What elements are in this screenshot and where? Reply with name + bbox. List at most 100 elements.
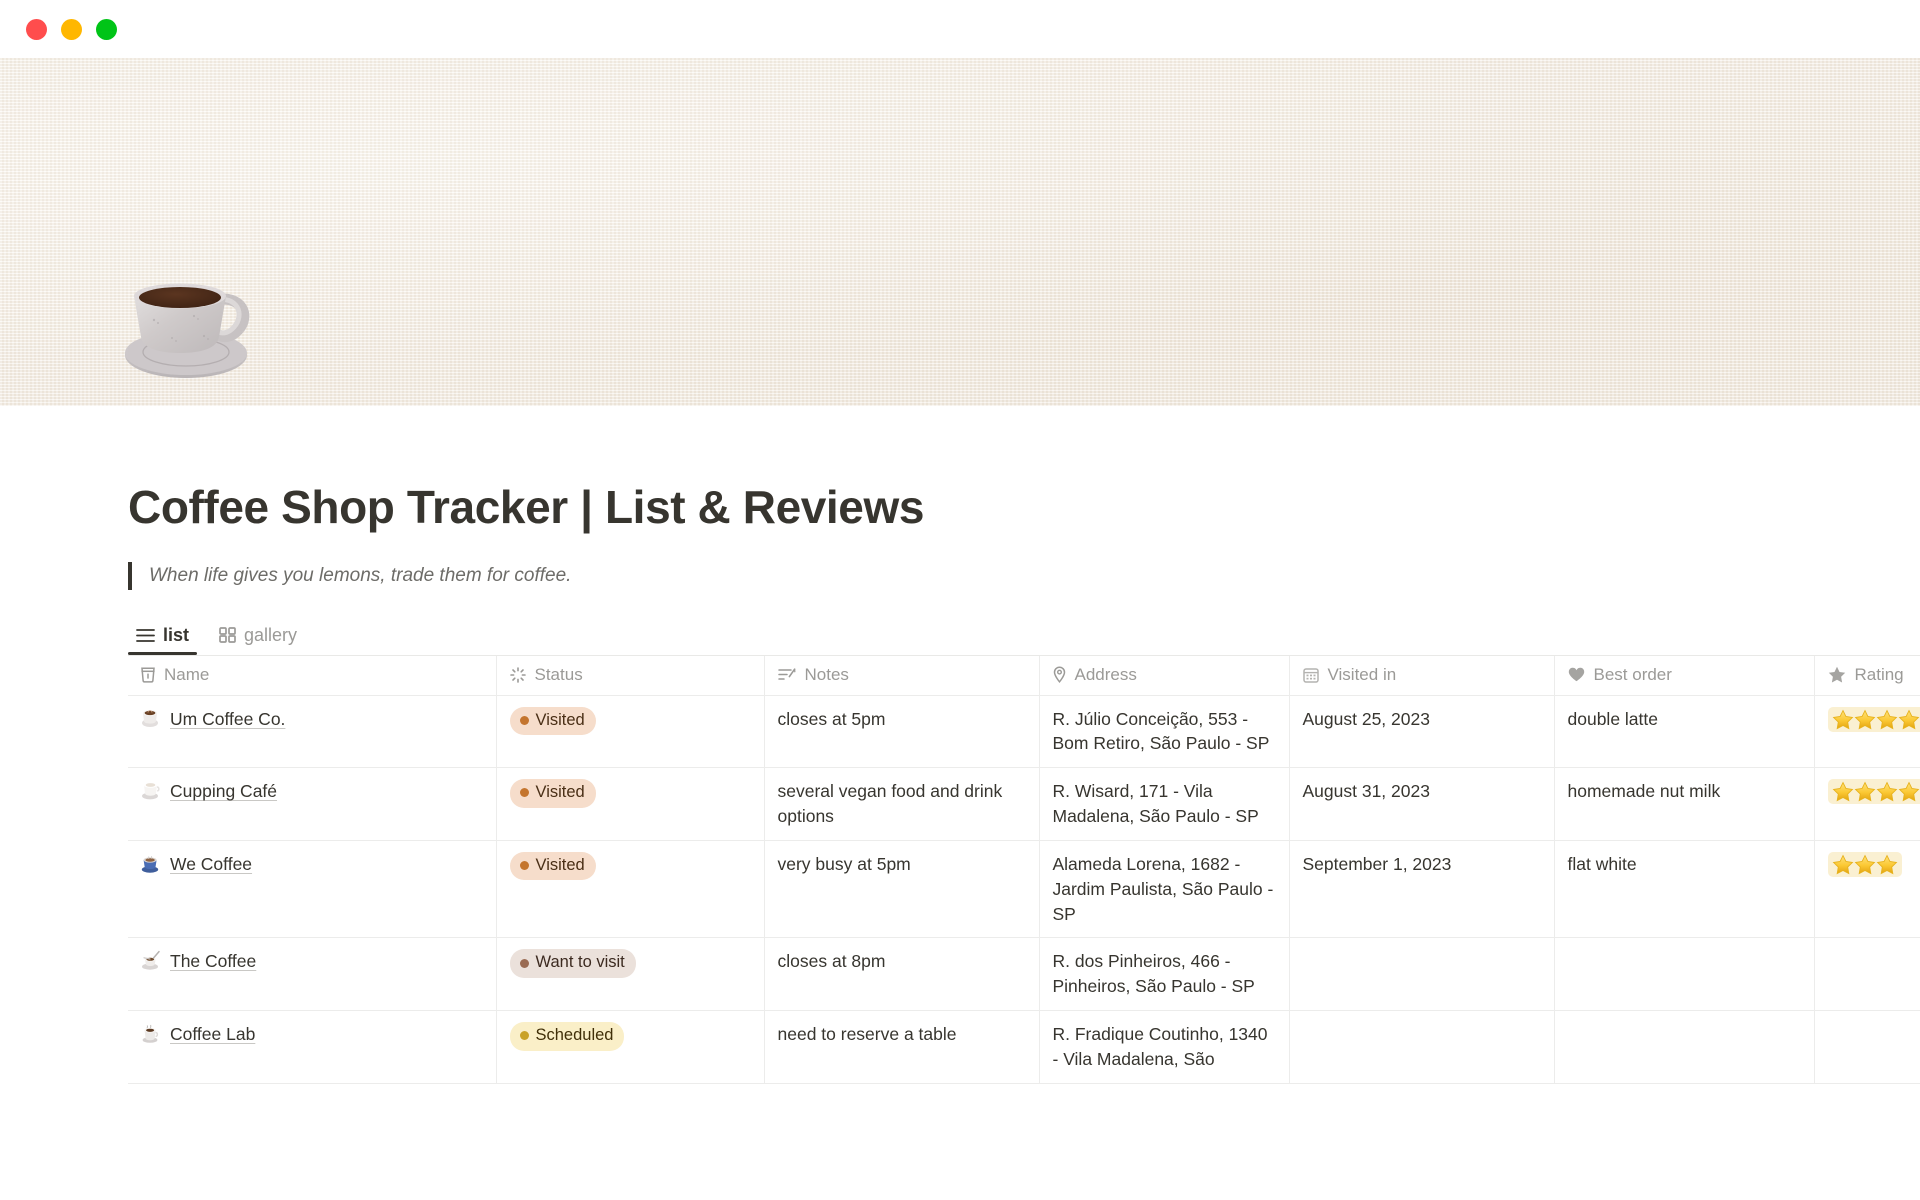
status-label: Visited: [535, 710, 585, 729]
cell-name[interactable]: Coffee Lab: [128, 1010, 497, 1084]
rating-star-icon: [1832, 709, 1853, 729]
cover-image[interactable]: [0, 58, 1920, 406]
cell-rating[interactable]: [1814, 695, 1920, 769]
row-name-link[interactable]: We Coffee: [170, 852, 252, 877]
rating-star-icon: [1898, 709, 1919, 729]
column-header-notes[interactable]: Notes: [764, 655, 1040, 696]
row-name-link[interactable]: Um Coffee Co.: [170, 707, 285, 732]
cell-visited-in[interactable]: September 1, 2023: [1289, 840, 1555, 939]
window-titlebar: [0, 0, 1920, 58]
column-header-name[interactable]: Name: [128, 655, 497, 696]
row-name-link[interactable]: Cupping Café: [170, 779, 277, 804]
column-header-visited-in-label: Visited in: [1327, 664, 1397, 684]
note-edit-icon: [777, 667, 796, 683]
cell-visited-in[interactable]: [1289, 1010, 1555, 1084]
status-dot: [519, 1031, 529, 1041]
cell-name[interactable]: The Coffee: [128, 937, 497, 1012]
cell-visited-in[interactable]: [1289, 937, 1555, 1012]
cell-notes[interactable]: closes at 8pm: [764, 937, 1040, 1012]
spinner-icon: [509, 666, 526, 683]
cell-address[interactable]: Alameda Lorena, 1682 - Jardim Paulista, …: [1039, 840, 1290, 939]
database-table: Name Status Notes Address Visited in Bes…: [128, 655, 1920, 1084]
rating-star-icon: [1876, 854, 1897, 875]
cell-address[interactable]: R. Fradique Coutinho, 1340 - Vila Madale…: [1039, 1010, 1290, 1084]
cell-rating[interactable]: [1814, 1010, 1920, 1084]
cell-status[interactable]: Scheduled: [496, 1010, 765, 1084]
cell-name[interactable]: We Coffee: [128, 840, 497, 939]
page-content: Coffee Shop Tracker | List & Reviews Whe…: [0, 406, 1920, 1144]
column-header-address[interactable]: Address: [1039, 655, 1290, 696]
rating-star-icon: [1854, 854, 1875, 875]
cell-notes[interactable]: very busy at 5pm: [764, 840, 1040, 939]
column-header-visited-in[interactable]: Visited in: [1289, 655, 1555, 696]
cell-name[interactable]: Um Coffee Co.: [128, 695, 497, 769]
column-header-best-order-label: Best order: [1593, 664, 1672, 684]
column-header-rating[interactable]: Rating: [1814, 655, 1920, 696]
close-window-button[interactable]: [26, 18, 47, 40]
table-row[interactable]: Coffee Lab Scheduled need to reserve a tab…: [128, 1010, 1920, 1084]
status-dot: [519, 788, 529, 798]
table-row[interactable]: We Coffee Visited very busy at 5pm Alameda …: [128, 840, 1920, 939]
rating-star-icon: [1832, 781, 1853, 802]
database-view-tabs: list gallery: [128, 617, 1920, 655]
cell-rating[interactable]: [1814, 937, 1920, 1012]
cell-status[interactable]: Want to visit: [496, 937, 765, 1012]
table-body: Um Coffee Co. Visited closes at 5pm R. Júli…: [128, 695, 1920, 1084]
rating-star-icon: [1832, 854, 1853, 875]
cell-notes[interactable]: closes at 5pm: [764, 695, 1040, 769]
cell-address[interactable]: R. Júlio Conceição, 553 - Bom Retiro, Sã…: [1039, 695, 1290, 769]
cell-status[interactable]: Visited: [496, 840, 765, 939]
cell-rating[interactable]: [1814, 840, 1920, 939]
rating-star-icon: [1854, 781, 1875, 802]
cell-address[interactable]: R. dos Pinheiros, 466 - Pinheiros, São P…: [1039, 937, 1290, 1012]
cell-name[interactable]: Cupping Café: [128, 767, 497, 841]
page-quote: When life gives you lemons, trade them f…: [128, 561, 1920, 590]
cell-status[interactable]: Visited: [496, 695, 765, 769]
cell-visited-in[interactable]: August 25, 2023: [1289, 695, 1555, 769]
cell-rating[interactable]: [1814, 767, 1920, 841]
cell-best-order[interactable]: double latte: [1554, 695, 1815, 769]
maximize-window-button[interactable]: [96, 18, 117, 40]
column-header-status-label: Status: [534, 664, 583, 684]
table-row[interactable]: Um Coffee Co. Visited closes at 5pm R. Júli…: [128, 695, 1920, 769]
cell-best-order[interactable]: [1554, 1010, 1815, 1084]
column-header-name-label: Name: [164, 664, 210, 684]
cell-best-order[interactable]: homemade nut milk: [1554, 767, 1815, 841]
table-header-row: Name Status Notes Address Visited in Bes…: [128, 655, 1920, 696]
table-row[interactable]: Cupping Café Visited several vegan food an…: [128, 767, 1920, 841]
status-dot: [519, 861, 529, 871]
tab-list-label: list: [163, 624, 190, 645]
cell-visited-in[interactable]: August 31, 2023: [1289, 767, 1555, 841]
database-table-container: Name Status Notes Address Visited in Bes…: [128, 654, 1920, 1084]
status-dot: [519, 715, 529, 725]
cover-texture: [0, 58, 1920, 406]
tab-gallery-label: gallery: [244, 624, 298, 645]
tab-list[interactable]: list: [128, 623, 198, 655]
cell-status[interactable]: Visited: [496, 767, 765, 841]
status-label: Scheduled: [535, 1026, 614, 1045]
quote-text: When life gives you lemons, trade them f…: [149, 564, 572, 586]
column-header-status[interactable]: Status: [496, 655, 765, 696]
row-name-link[interactable]: The Coffee: [170, 949, 256, 974]
cell-best-order[interactable]: flat white: [1554, 840, 1815, 939]
status-label: Visited: [535, 855, 585, 874]
minimize-window-button[interactable]: [61, 18, 82, 40]
tab-gallery[interactable]: gallery: [211, 623, 305, 655]
row-icon-cup-blue: [141, 853, 161, 873]
cell-notes[interactable]: need to reserve a table: [764, 1010, 1040, 1084]
rating-star-icon: [1898, 781, 1919, 802]
cell-notes[interactable]: several vegan food and drink options: [764, 767, 1040, 841]
column-header-best-order[interactable]: Best order: [1554, 655, 1815, 696]
row-name-link[interactable]: Coffee Lab: [170, 1022, 255, 1047]
column-header-address-label: Address: [1074, 664, 1137, 684]
status-badge: Scheduled: [509, 1022, 625, 1051]
status-badge: Visited: [509, 706, 596, 735]
list-icon: [136, 628, 155, 643]
page-icon-coffee-cup[interactable]: [118, 258, 258, 383]
rating-star-icon: [1854, 709, 1875, 729]
table-row[interactable]: The Coffee Want to visit closes at 8pm R. d…: [128, 937, 1920, 1012]
cell-address[interactable]: R. Wisard, 171 - Vila Madalena, São Paul…: [1039, 767, 1290, 841]
calendar-icon: [1302, 667, 1319, 683]
cell-best-order[interactable]: [1554, 937, 1815, 1012]
rating-badge: [1827, 706, 1920, 732]
